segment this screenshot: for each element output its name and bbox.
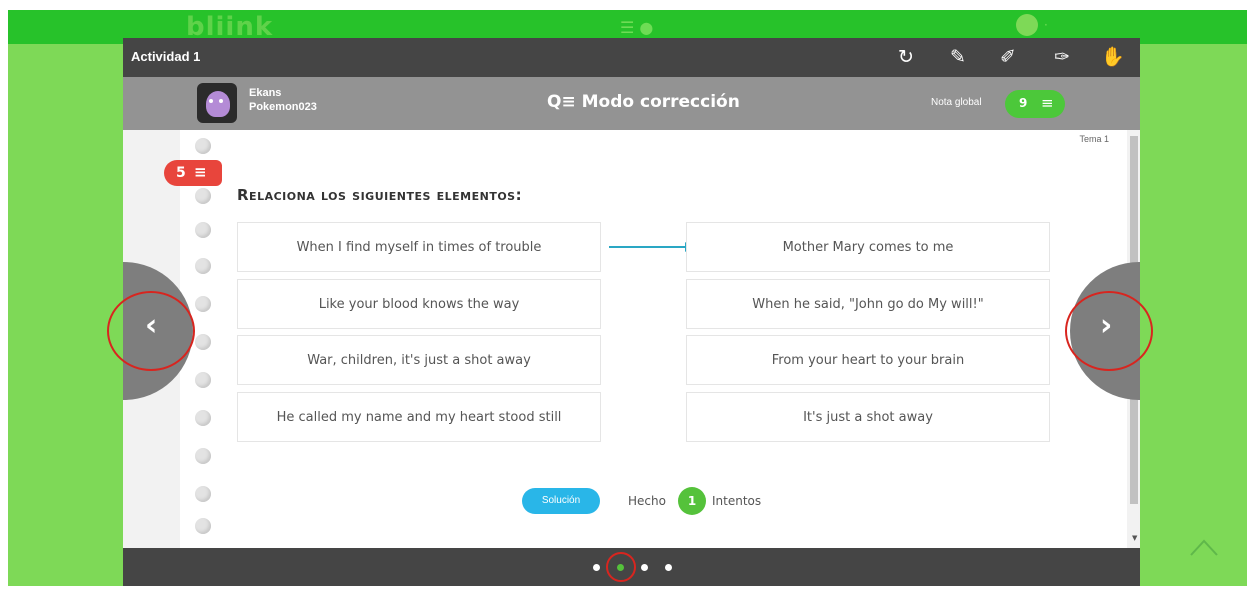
spiral-ring — [195, 258, 211, 274]
menu-icon[interactable]: ☰ ● — [620, 18, 653, 37]
score-value: 5 — [176, 165, 186, 181]
mode-label: Q≡ Modo corrección — [547, 92, 740, 112]
list-icon: ≡ — [1041, 94, 1054, 112]
student-username: Pokemon023 — [249, 101, 317, 113]
spiral-ring — [195, 486, 211, 502]
match-connector — [609, 246, 687, 248]
worksheet: Tema 1 5 ≡ Relaciona los siguientes elem… — [164, 130, 1127, 548]
refresh-icon[interactable]: ↻ — [895, 46, 917, 68]
topic-label: Tema 1 — [1079, 134, 1109, 144]
highlight-ring — [107, 291, 195, 371]
title-bar: Actividad 1 ↻ ✎ ✐ ✑ ✋ — [123, 38, 1140, 77]
student-info: Ekans Pokemon023 — [249, 86, 317, 114]
activity-title: Actividad 1 — [131, 49, 201, 64]
right-item[interactable]: From your heart to your brain — [686, 335, 1050, 385]
search-list-icon: Q≡ — [547, 92, 582, 112]
right-item[interactable]: It's just a shot away — [686, 392, 1050, 442]
hand-icon[interactable]: ✋ — [1101, 46, 1125, 68]
highlight-ring — [1065, 291, 1153, 371]
spiral-ring — [195, 372, 211, 388]
page-dot[interactable] — [665, 564, 672, 571]
exercise-heading: Relaciona los siguientes elementos: — [237, 186, 523, 204]
spiral-ring — [195, 334, 211, 350]
spiral-ring — [195, 410, 211, 426]
eraser-icon[interactable]: ✑ — [1051, 46, 1073, 68]
grade-label: Nota global — [931, 97, 982, 108]
grade-value: 9 — [1019, 96, 1028, 110]
right-item[interactable]: Mother Mary comes to me — [686, 222, 1050, 272]
left-item[interactable]: He called my name and my heart stood sti… — [237, 392, 601, 442]
left-item[interactable]: Like your blood knows the way — [237, 279, 601, 329]
attempts-count: 1 — [678, 487, 706, 515]
score-badge[interactable]: 5 ≡ — [164, 160, 222, 186]
user-bar: Ekans Pokemon023 Q≡ Modo corrección Nota… — [123, 77, 1140, 130]
grade-badge[interactable]: 9 ≡ — [1005, 90, 1065, 118]
list-icon: ≡ — [194, 163, 207, 181]
top-user-avatar[interactable] — [1016, 14, 1038, 36]
more-options-icon[interactable]: · — [1044, 18, 1048, 32]
left-item[interactable]: War, children, it's just a shot away — [237, 335, 601, 385]
student-avatar — [197, 83, 237, 123]
scroll-down-arrow-icon[interactable]: ▼ — [1132, 534, 1137, 542]
spiral-ring — [195, 188, 211, 204]
page-dot[interactable] — [641, 564, 648, 571]
right-item[interactable]: When he said, "John go do My will!" — [686, 279, 1050, 329]
pagination-bar — [123, 548, 1140, 586]
pencil-icon[interactable]: ✎ — [947, 46, 969, 68]
spiral-ring — [195, 518, 211, 534]
left-item[interactable]: When I find myself in times of trouble — [237, 222, 601, 272]
student-name: Ekans — [249, 87, 282, 99]
scroll-to-top-icon[interactable] — [1189, 537, 1219, 557]
solution-button[interactable]: Solución — [522, 488, 600, 514]
done-label: Hecho — [628, 494, 666, 508]
spiral-ring — [195, 296, 211, 312]
marker-icon[interactable]: ✐ — [997, 46, 1019, 68]
page-dot[interactable] — [593, 564, 600, 571]
mode-text: Modo corrección — [581, 92, 740, 112]
spiral-ring — [195, 222, 211, 238]
spiral-ring — [195, 448, 211, 464]
attempts-label: Intentos — [712, 494, 762, 508]
highlight-ring — [606, 552, 636, 582]
activity-modal: Actividad 1 ↻ ✎ ✐ ✑ ✋ Ekans Pokemon023 Q… — [123, 38, 1140, 586]
spiral-ring — [195, 138, 211, 154]
